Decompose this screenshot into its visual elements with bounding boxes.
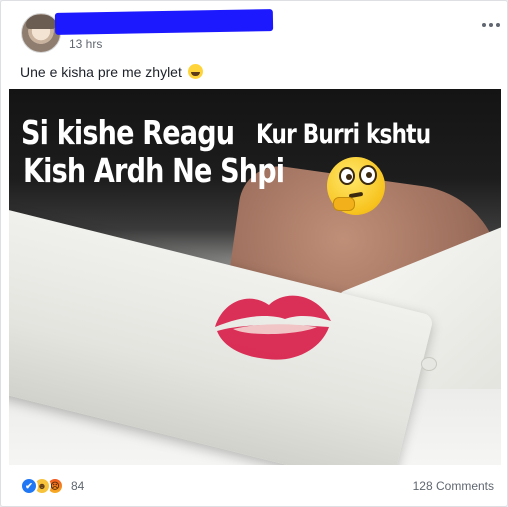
more-options-icon[interactable]: [481, 17, 501, 33]
reaction-count[interactable]: 84: [71, 479, 84, 493]
post-card: 13 hrs Une e kisha pre me zhylet Si kish…: [0, 0, 508, 507]
comments-count-link[interactable]: 128 Comments: [413, 479, 494, 493]
meme-text-line2: Kish Ardh Ne Shpi: [23, 151, 285, 190]
post-timestamp[interactable]: 13 hrs: [69, 37, 102, 51]
post-text: Une e kisha pre me zhylet: [20, 64, 203, 80]
author-name-redacted: [54, 9, 274, 35]
reactions-summary[interactable]: ✔ ☻ ☹ 84: [20, 477, 84, 495]
like-reaction-icon: ✔: [20, 477, 38, 495]
meme-text-line1b: Kur Burri kshtu: [256, 119, 431, 150]
photo-shirt-button: [421, 357, 437, 371]
post-text-content: Une e kisha pre me zhylet: [20, 64, 182, 80]
grinning-sweat-emoji-icon: [187, 64, 203, 79]
post-photo[interactable]: Si kishe Reagu Kur Burri kshtu Kish Ardh…: [9, 89, 501, 465]
lipstick-mark-icon: [215, 295, 331, 360]
meme-text-line1: Si kishe Reagu: [21, 113, 235, 152]
thinking-face-emoji-icon: [327, 157, 385, 215]
post-header: 13 hrs: [17, 9, 500, 53]
